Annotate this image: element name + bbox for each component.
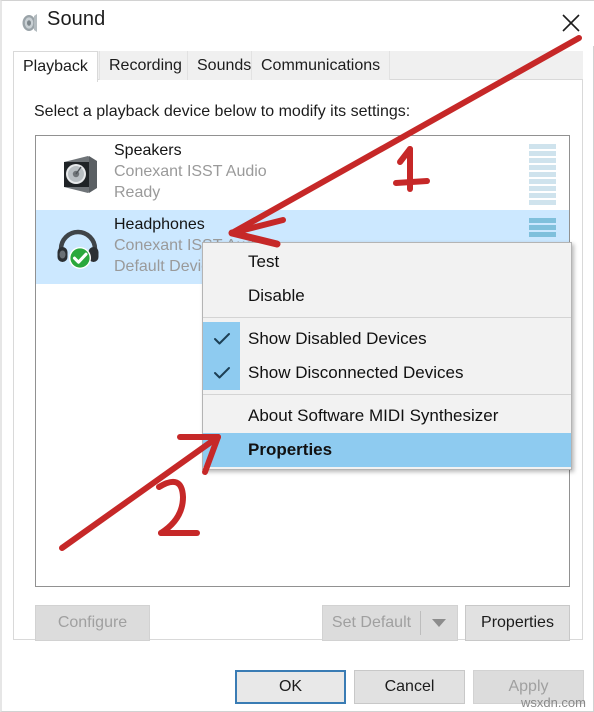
- tab-playback[interactable]: Playback: [13, 51, 98, 82]
- cancel-button[interactable]: Cancel: [354, 670, 465, 704]
- page-prompt: Select a playback device below to modify…: [34, 103, 411, 120]
- check-cell: [203, 433, 240, 467]
- volume-meter-segment: [529, 225, 556, 230]
- menu-item-about-software-midi-synthesizer[interactable]: About Software MIDI Synthesizer: [203, 399, 571, 433]
- checkmark-icon: [203, 356, 240, 390]
- chevron-down-icon[interactable]: [421, 618, 457, 628]
- device-name: Headphones: [114, 216, 205, 233]
- check-cell: [203, 279, 240, 313]
- volume-meter-segment: [529, 218, 556, 223]
- volume-meter-segment: [529, 232, 556, 237]
- menu-item-label: Show Disabled Devices: [248, 329, 427, 348]
- volume-meter-segment: [529, 186, 556, 191]
- menu-item-properties[interactable]: Properties: [203, 433, 571, 467]
- device-row-speakers[interactable]: Speakers Conexant ISST Audio Ready: [36, 136, 569, 210]
- watermark: wsxdn.com: [520, 695, 586, 710]
- screenshot-root: Sound Playback Recording Sounds Communic…: [0, 0, 594, 712]
- checkmark-icon: [203, 322, 240, 356]
- device-context-menu[interactable]: Test Disable Show Disabled Devices Show …: [202, 242, 572, 470]
- speaker-device-icon: [54, 148, 102, 196]
- window-title: Sound: [47, 8, 106, 30]
- menu-item-label: Disable: [248, 286, 305, 305]
- ok-button[interactable]: OK: [235, 670, 346, 704]
- device-name: Speakers: [114, 142, 182, 159]
- menu-separator: [203, 394, 571, 395]
- volume-meter-segment: [529, 193, 556, 198]
- tab-strip: Playback Recording Sounds Communications: [13, 51, 583, 82]
- tab-recording[interactable]: Recording: [99, 51, 192, 80]
- volume-meter-speakers: [529, 144, 556, 205]
- configure-button[interactable]: Configure: [35, 605, 150, 641]
- properties-button[interactable]: Properties: [465, 605, 570, 641]
- menu-item-label: About Software MIDI Synthesizer: [248, 406, 499, 425]
- volume-meter-segment: [529, 172, 556, 177]
- menu-item-disable[interactable]: Disable: [203, 279, 571, 313]
- check-cell: [203, 245, 240, 279]
- speaker-icon: [19, 12, 41, 34]
- title-bar: Sound: [2, 1, 594, 46]
- close-button[interactable]: [547, 3, 594, 43]
- headphones-device-icon: [54, 222, 102, 270]
- menu-item-test[interactable]: Test: [203, 245, 571, 279]
- volume-meter-headphones: [529, 218, 556, 237]
- volume-meter-segment: [529, 151, 556, 156]
- menu-item-show-disconnected-devices[interactable]: Show Disconnected Devices: [203, 356, 571, 390]
- menu-item-label: Properties: [248, 440, 333, 459]
- volume-meter-segment: [529, 179, 556, 184]
- menu-separator: [203, 317, 571, 318]
- volume-meter-segment: [529, 165, 556, 170]
- volume-meter-segment: [529, 144, 556, 149]
- menu-item-show-disabled-devices[interactable]: Show Disabled Devices: [203, 322, 571, 356]
- device-status: Ready: [114, 184, 161, 201]
- set-default-split-button[interactable]: Set Default: [322, 605, 458, 641]
- check-cell: [203, 399, 240, 433]
- volume-meter-segment: [529, 200, 556, 205]
- sound-dialog-window: Sound Playback Recording Sounds Communic…: [0, 0, 594, 712]
- tab-communications[interactable]: Communications: [251, 51, 391, 80]
- menu-item-label: Test: [248, 252, 280, 271]
- device-description: Conexant ISST Audio: [114, 163, 267, 180]
- menu-item-label: Show Disconnected Devices: [248, 363, 464, 382]
- volume-meter-segment: [529, 158, 556, 163]
- set-default-button-label: Set Default: [331, 614, 412, 631]
